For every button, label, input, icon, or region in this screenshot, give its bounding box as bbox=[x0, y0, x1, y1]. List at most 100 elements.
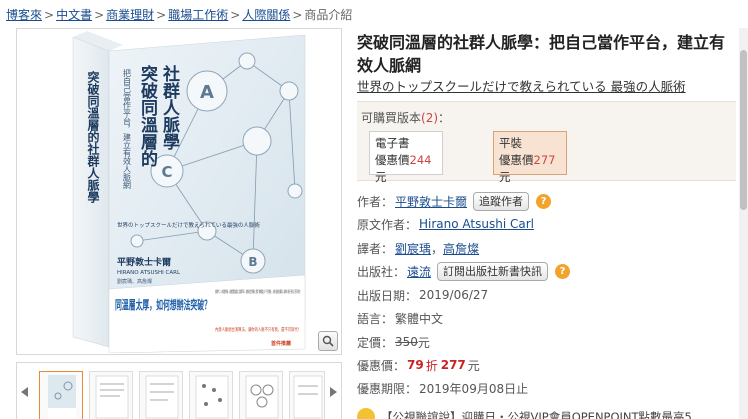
translator-link-2[interactable]: 高詹燦 bbox=[443, 240, 479, 257]
breadcrumb-separator: > bbox=[156, 8, 167, 22]
breadcrumb: 博客來 > 中文書 > 商業理財 > 職場工作術 > 人際關係 > 商品介紹 bbox=[6, 6, 352, 23]
thumbnail-page[interactable] bbox=[89, 371, 133, 419]
list-price-label: 定價： bbox=[357, 335, 394, 350]
thumbnail-page[interactable] bbox=[289, 371, 325, 419]
thumbnail-prev-button[interactable] bbox=[17, 363, 33, 419]
cover-letter-c: C bbox=[161, 163, 172, 181]
chevron-right-icon bbox=[330, 387, 337, 397]
promo-text: 【公視聯誼說】迎購日・公視VIP會員OPENPOINT點數最高5 bbox=[381, 410, 692, 419]
thumbnail-page[interactable] bbox=[139, 371, 183, 419]
product-original-title-link[interactable]: 世界のトップスクールだけで教えられている 最強の人脈術 bbox=[357, 76, 686, 95]
original-author-label: 原文作者： bbox=[357, 217, 418, 232]
original-author-row: 原文作者： Hirano Atsushi Carl bbox=[357, 214, 534, 234]
cover-japanese-line: 世界のトップスクールだけで教えられている最強の人脈術 bbox=[117, 221, 260, 229]
cover-letter-b: B bbox=[248, 255, 257, 269]
cover-band-red: 內建人脈組合演算法，讓你的人脈不只有我，還不可取代！ bbox=[215, 326, 301, 333]
versions-label: 可購買版本 bbox=[361, 111, 422, 125]
deadline-label: 優惠期限： bbox=[357, 381, 418, 396]
chevron-left-icon bbox=[21, 387, 28, 397]
help-icon[interactable]: ? bbox=[536, 193, 552, 209]
version-paperback[interactable]: 平裝 優惠價277 元 bbox=[493, 131, 567, 184]
breadcrumb-link-relationships[interactable]: 人際關係 bbox=[242, 8, 290, 22]
cover-title-line-2: 社群人脈學 bbox=[159, 64, 181, 151]
author-link[interactable]: 平野敦士卡爾 bbox=[395, 193, 467, 210]
version-price: 277 bbox=[533, 153, 556, 167]
author-label: 作者： bbox=[357, 194, 394, 209]
language-value: 繁體中文 bbox=[395, 311, 444, 326]
translator-separator: ， bbox=[431, 241, 444, 256]
versions-heading: 可購買版本(2)： bbox=[361, 109, 450, 126]
subscribe-publisher-button[interactable]: 訂閱出版社新書快訊 bbox=[437, 261, 549, 281]
breadcrumb-link-business[interactable]: 商業理財 bbox=[106, 8, 154, 22]
original-author-link[interactable]: Hirano Atsushi Carl bbox=[419, 217, 534, 231]
pubdate-label: 出版日期： bbox=[357, 288, 418, 303]
version-price-unit: 元 bbox=[375, 170, 387, 184]
pubdate-value: 2019/06/27 bbox=[419, 288, 489, 302]
thumbnail-strip bbox=[16, 362, 342, 419]
versions-suffix: ： bbox=[438, 111, 451, 125]
versions-box: 可購買版本(2)： 電子書 優惠價244元 平裝 優惠價277元 bbox=[357, 101, 736, 184]
translator-row: 譯者： 劉宸瑀，高詹燦 bbox=[357, 238, 479, 258]
discount-value: 79 bbox=[407, 358, 424, 372]
promo-banner[interactable]: 【公視聯誼說】迎購日・公視VIP會員OPENPOINT點數最高5 bbox=[357, 408, 692, 419]
version-price-label: 優惠價 bbox=[375, 153, 410, 167]
breadcrumb-separator: > bbox=[44, 8, 55, 22]
cover-band-small: 社群時代，人人都是跨界者，人脈就是最強武器；認識到350人，就能與全世界接軌；運… bbox=[215, 288, 301, 294]
publisher-link[interactable]: 遠流 bbox=[407, 263, 431, 280]
zoom-icon bbox=[322, 335, 334, 347]
follow-author-button[interactable]: 追蹤作者 bbox=[473, 191, 530, 211]
version-name: 電子書 bbox=[375, 136, 410, 150]
discount-unit: 折 bbox=[425, 358, 438, 373]
scrollbar[interactable] bbox=[739, 28, 748, 419]
breadcrumb-link-home[interactable]: 博客來 bbox=[6, 8, 42, 22]
cover-panel: A C B 突破同溫層的社群人脈學 社群人脈學 突破同溫層的 把自己當作平台，建… bbox=[16, 28, 342, 355]
product-title: 突破同溫層的社群人脈學：把自己當作平台，建立有效人脈網 bbox=[357, 33, 726, 75]
cover-spine-title: 突破同溫層的社群人脈學 bbox=[86, 70, 100, 204]
version-price-label: 優惠價 bbox=[499, 153, 534, 167]
translator-label: 譯者： bbox=[357, 241, 394, 256]
cover-translators: 劉宸瑀、高詹燦 bbox=[117, 278, 152, 285]
pubdate-row: 出版日期： 2019/06/27 bbox=[357, 285, 488, 305]
sale-price-row: 優惠價： 79 折 277 元 bbox=[357, 355, 480, 375]
list-price-unit: 元 bbox=[417, 335, 430, 350]
help-icon[interactable]: ? bbox=[555, 263, 571, 279]
thumbnail-next-button[interactable] bbox=[325, 363, 341, 419]
version-name: 平裝 bbox=[499, 136, 522, 150]
sale-price-value: 277 bbox=[440, 358, 466, 372]
publisher-label: 出版社： bbox=[357, 264, 406, 279]
cover-author: 平野敦士卡爾 bbox=[117, 256, 171, 268]
author-row: 作者： 平野敦士卡爾 追蹤作者 ? bbox=[357, 191, 552, 211]
scrollbar-thumb[interactable] bbox=[740, 50, 747, 210]
book-cover-image[interactable]: A C B 突破同溫層的社群人脈學 社群人脈學 突破同溫層的 把自己當作平台，建… bbox=[57, 31, 319, 354]
zoom-button[interactable] bbox=[318, 331, 338, 351]
version-price: 244 bbox=[409, 153, 432, 167]
sale-price-unit: 元 bbox=[467, 358, 480, 373]
cover-author-roman: HIRANO ATSUSHI CARL bbox=[117, 270, 181, 276]
cover-title-line-1: 突破同溫層的 bbox=[137, 64, 158, 168]
deadline-value: 2019年09月08日止 bbox=[419, 381, 529, 396]
breadcrumb-separator: > bbox=[230, 8, 241, 22]
breadcrumb-link-chinese-books[interactable]: 中文書 bbox=[56, 8, 92, 22]
cover-side-subtitle: 把自己當作平台，建立有效人脈網 bbox=[123, 68, 132, 190]
sale-price-label: 優惠價： bbox=[357, 358, 406, 373]
translator-link-1[interactable]: 劉宸瑀 bbox=[395, 240, 431, 257]
thumbnail-page[interactable] bbox=[239, 371, 283, 419]
breadcrumb-separator: > bbox=[292, 8, 303, 22]
thumbnail-cover[interactable] bbox=[39, 371, 83, 419]
deadline-row: 優惠期限： 2019年09月08日止 bbox=[357, 378, 528, 398]
cover-letter-a: A bbox=[200, 82, 214, 103]
version-ebook[interactable]: 電子書 優惠價244 元 bbox=[369, 131, 443, 184]
thumbnail-page[interactable] bbox=[189, 371, 233, 419]
promo-icon bbox=[357, 408, 375, 419]
breadcrumb-separator: > bbox=[94, 8, 105, 22]
cover-band-text: 同溫層太厚，如何想辦法突破？ bbox=[115, 297, 211, 312]
list-price-value: 350 bbox=[395, 335, 418, 349]
version-price-unit: 元 bbox=[499, 170, 511, 184]
versions-count: (2) bbox=[421, 111, 439, 125]
publisher-row: 出版社： 遠流 訂閱出版社新書快訊 ? bbox=[357, 261, 571, 281]
language-label: 語言： bbox=[357, 311, 394, 326]
language-row: 語言： 繁體中文 bbox=[357, 308, 443, 328]
breadcrumb-link-workplace[interactable]: 職場工作術 bbox=[168, 8, 228, 22]
breadcrumb-current: 商品介紹 bbox=[304, 8, 353, 22]
cover-badge: 首件推薦 bbox=[271, 340, 291, 347]
